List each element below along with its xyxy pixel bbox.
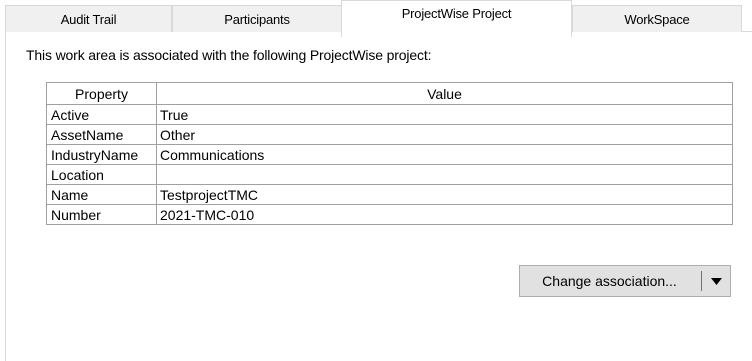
- tab-workspace[interactable]: WorkSpace: [572, 5, 742, 32]
- table-row[interactable]: Active True: [46, 104, 733, 125]
- value-cell: [156, 164, 733, 185]
- value-cell: True: [156, 104, 733, 125]
- change-association-dropdown-button[interactable]: [702, 266, 730, 296]
- project-properties-grid: Property Value Active True AssetName Oth…: [46, 82, 733, 225]
- column-header-value[interactable]: Value: [156, 82, 733, 105]
- property-cell: Number: [46, 204, 157, 225]
- property-cell: Location: [46, 164, 157, 185]
- table-row[interactable]: AssetName Other: [46, 124, 733, 145]
- property-cell: Active: [46, 104, 157, 125]
- table-row[interactable]: IndustryName Communications: [46, 144, 733, 165]
- table-row[interactable]: Number 2021-TMC-010: [46, 204, 733, 225]
- value-cell: TestprojectTMC: [156, 184, 733, 205]
- tab-strip: Audit Trail Participants ProjectWise Pro…: [0, 0, 752, 37]
- tab-audit-trail[interactable]: Audit Trail: [5, 5, 172, 32]
- table-row[interactable]: Name TestprojectTMC: [46, 184, 733, 205]
- association-description: This work area is associated with the fo…: [26, 47, 432, 63]
- column-header-property[interactable]: Property: [46, 82, 157, 105]
- change-association-button[interactable]: Change association...: [520, 266, 701, 296]
- table-row[interactable]: Location: [46, 164, 733, 185]
- tab-participants[interactable]: Participants: [172, 5, 342, 32]
- grid-header-row: Property Value: [46, 82, 733, 105]
- property-cell: AssetName: [46, 124, 157, 145]
- value-cell: 2021-TMC-010: [156, 204, 733, 225]
- tab-projectwise-project[interactable]: ProjectWise Project: [341, 0, 572, 37]
- change-association-split-button: Change association...: [519, 265, 731, 297]
- chevron-down-icon: [710, 277, 722, 285]
- property-cell: IndustryName: [46, 144, 157, 165]
- value-cell: Other: [156, 124, 733, 145]
- property-cell: Name: [46, 184, 157, 205]
- value-cell: Communications: [156, 144, 733, 165]
